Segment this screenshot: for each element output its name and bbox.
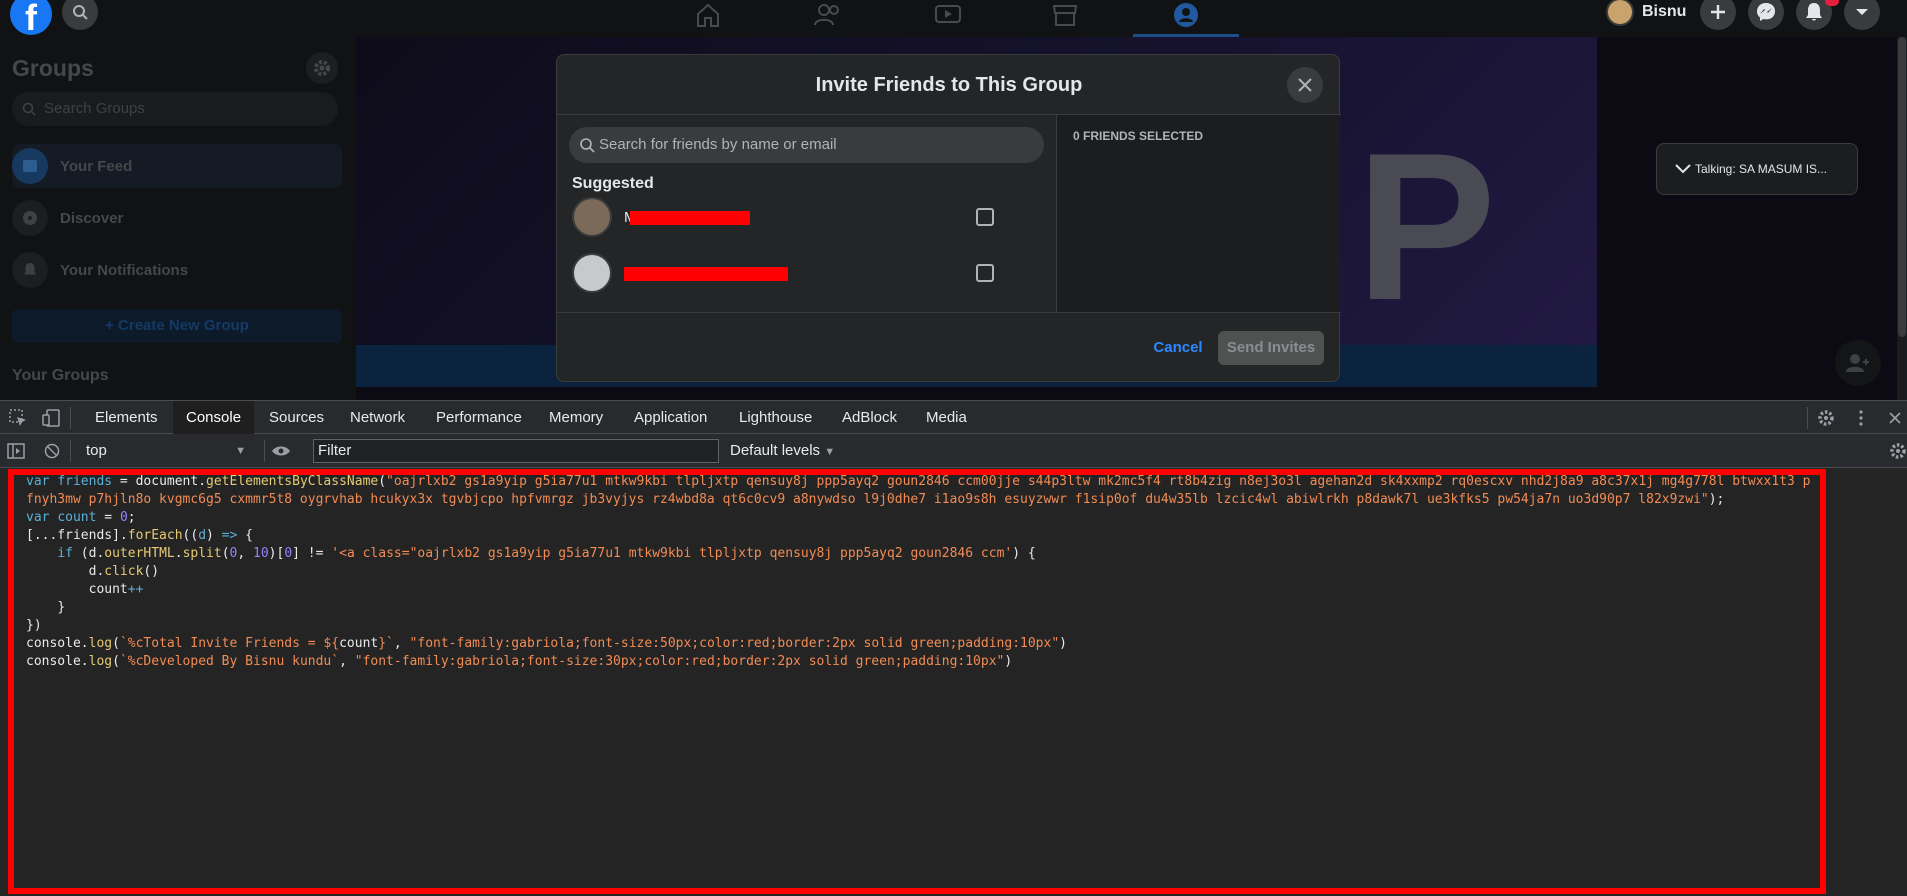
friend-search-placeholder: Search for friends by name or email — [599, 136, 837, 153]
account-menu-chevron-down-icon[interactable] — [1844, 0, 1880, 30]
messenger-icon[interactable] — [1748, 0, 1784, 30]
console-filter-input[interactable]: Filter — [313, 439, 719, 463]
tab-sources[interactable]: Sources — [256, 401, 337, 434]
context-value: top — [86, 442, 107, 459]
profile-name: Bisnu — [1642, 3, 1687, 20]
call-talking-indicator[interactable]: Talking: SA MASUM IS... — [1656, 143, 1858, 195]
tab-elements[interactable]: Elements — [82, 401, 171, 434]
clear-console-icon[interactable] — [37, 434, 67, 467]
talking-label: Talking: SA MASUM IS... — [1695, 162, 1828, 176]
settings-gear-icon[interactable] — [1811, 401, 1841, 434]
chevron-down-icon — [1675, 164, 1691, 174]
bell-icon — [12, 252, 48, 288]
compass-icon — [12, 200, 48, 236]
show-sidebar-icon[interactable] — [1, 434, 31, 467]
close-icon[interactable] — [1287, 67, 1323, 103]
sidebar-item-label: Your Notifications — [60, 261, 189, 279]
watch-icon[interactable] — [928, 0, 968, 30]
gear-icon[interactable] — [306, 52, 338, 84]
home-icon[interactable] — [688, 0, 728, 30]
friend-checkbox[interactable] — [976, 264, 994, 282]
friend-name: M — [624, 209, 750, 226]
device-toolbar-icon[interactable] — [36, 401, 66, 434]
feed-icon — [12, 148, 48, 184]
more-options-icon[interactable] — [1846, 401, 1876, 434]
notification-badge — [1825, 0, 1839, 6]
search-icon — [580, 138, 595, 153]
sidebar-item-label: Discover — [60, 209, 124, 227]
avatar — [572, 253, 612, 293]
sidebar-search-placeholder: Search Groups — [44, 100, 145, 117]
sidebar-search-input[interactable]: Search Groups — [12, 92, 338, 126]
tab-media[interactable]: Media — [913, 401, 980, 434]
facebook-page: f Bisnu Groups Search Groups Your Feed D… — [0, 0, 1907, 400]
page-scrollbar[interactable] — [1897, 37, 1907, 400]
search-icon — [22, 102, 36, 116]
search-icon[interactable] — [62, 0, 98, 30]
live-expression-eye-icon[interactable] — [266, 434, 296, 467]
list-item[interactable]: l — [572, 252, 1042, 294]
tab-network[interactable]: Network — [337, 401, 418, 434]
facebook-logo-icon[interactable]: f — [10, 0, 52, 38]
friend-name: l — [624, 265, 788, 282]
devtools-tab-bar: Elements Console Sources Network Perform… — [0, 400, 1907, 434]
your-groups-heading: Your Groups — [12, 367, 109, 384]
top-navigation-bar: f Bisnu — [0, 0, 1907, 38]
sidebar-title: Groups — [12, 55, 94, 81]
groups-sidebar: Groups Search Groups Your Feed Discover … — [0, 37, 356, 400]
friends-icon[interactable] — [808, 0, 848, 30]
tab-console[interactable]: Console — [173, 401, 255, 434]
levels-label: Default levels — [730, 442, 821, 459]
close-devtools-icon[interactable] — [1880, 401, 1907, 434]
filter-placeholder: Filter — [318, 442, 352, 459]
sidebar-item-your-notifications[interactable]: Your Notifications — [12, 248, 342, 292]
groups-icon[interactable] — [1166, 0, 1206, 30]
avatar — [572, 197, 612, 237]
devtools-panel: Elements Console Sources Network Perform… — [0, 400, 1907, 896]
console-toolbar: top ▼ Filter Default levels ▼ — [0, 434, 1907, 468]
console-settings-gear-icon[interactable] — [1883, 434, 1907, 467]
list-item[interactable]: M — [572, 196, 1042, 238]
friend-search-input[interactable]: Search for friends by name or email — [569, 127, 1044, 163]
javascript-context-select[interactable]: top ▼ — [78, 439, 250, 463]
suggested-heading: Suggested — [572, 175, 654, 192]
cancel-button[interactable]: Cancel — [1143, 331, 1213, 365]
sidebar-item-discover[interactable]: Discover — [12, 196, 342, 240]
redaction-mark — [630, 210, 750, 225]
tab-lighthouse[interactable]: Lighthouse — [726, 401, 825, 434]
sidebar-item-label: Your Feed — [60, 157, 133, 175]
log-levels-dropdown[interactable]: Default levels ▼ — [730, 439, 835, 464]
red-highlight-annotation — [8, 469, 1826, 894]
new-message-people-icon[interactable] — [1835, 340, 1881, 386]
redaction-mark — [624, 266, 788, 281]
tab-application[interactable]: Application — [621, 401, 720, 434]
tab-memory[interactable]: Memory — [536, 401, 616, 434]
friend-checkbox[interactable] — [976, 208, 994, 226]
create-new-group-button[interactable]: + Create New Group — [12, 309, 342, 343]
sidebar-item-your-feed[interactable]: Your Feed — [12, 144, 342, 188]
selected-friends-panel: 0 FRIENDS SELECTED — [1056, 115, 1340, 312]
profile-chip[interactable]: Bisnu — [1606, 0, 1686, 26]
send-invites-button[interactable]: Send Invites — [1218, 331, 1324, 365]
marketplace-icon[interactable] — [1045, 0, 1085, 30]
tab-adblock[interactable]: AdBlock — [829, 401, 910, 434]
invite-friends-dialog: Invite Friends to This Group Search for … — [556, 54, 1341, 382]
selected-count: 0 FRIENDS SELECTED — [1073, 129, 1204, 143]
inspect-element-icon[interactable] — [3, 401, 33, 434]
dropdown-arrow-icon: ▼ — [235, 445, 246, 457]
cover-letter: P — [1356, 109, 1497, 344]
create-plus-icon[interactable] — [1700, 0, 1736, 30]
dialog-title: Invite Friends to This Group — [557, 55, 1341, 115]
avatar — [1606, 0, 1634, 26]
friend-picker: Search for friends by name or email Sugg… — [557, 115, 1056, 312]
dropdown-arrow-icon: ▼ — [824, 446, 836, 458]
dialog-footer: Cancel Send Invites — [557, 312, 1341, 382]
tab-performance[interactable]: Performance — [423, 401, 535, 434]
